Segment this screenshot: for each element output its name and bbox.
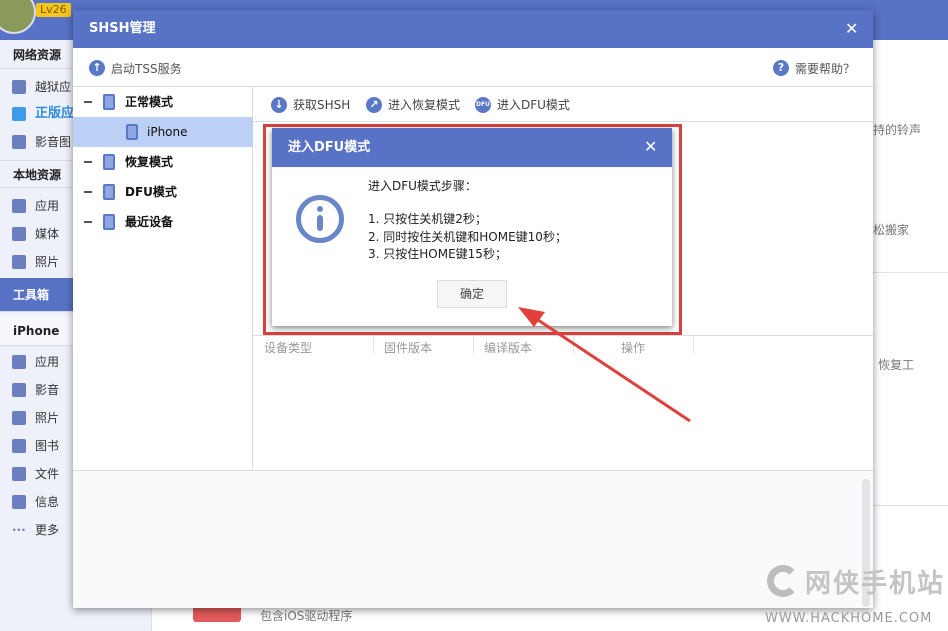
watermark-logo [767, 565, 799, 597]
annotation-arrow [518, 307, 691, 423]
